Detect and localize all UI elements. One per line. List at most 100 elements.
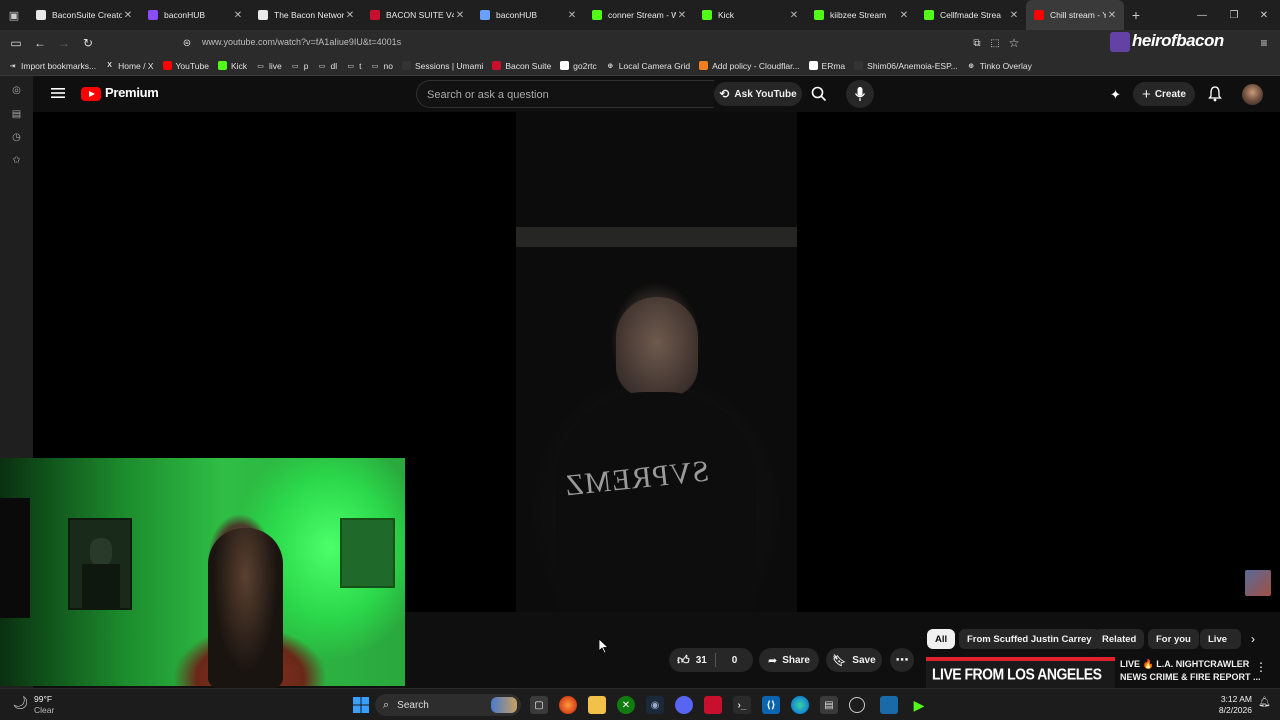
weather-condition[interactable]: Clear bbox=[34, 705, 54, 715]
back-icon[interactable]: ← bbox=[31, 34, 49, 52]
tab-close-icon[interactable]: ✕ bbox=[1008, 10, 1020, 21]
search-input[interactable]: Search or ask a question bbox=[416, 80, 714, 108]
bookmark-item[interactable]: Add policy - Cloudflar... bbox=[699, 61, 800, 71]
xbox-icon[interactable]: ✕ bbox=[617, 696, 635, 714]
bookmark-item[interactable]: ▭ live bbox=[256, 61, 282, 71]
discord-icon[interactable] bbox=[675, 696, 693, 714]
avatar[interactable] bbox=[1242, 84, 1263, 105]
video-frame[interactable]: SVPREMZ bbox=[516, 112, 797, 612]
browser-tab[interactable]: kiibzee Stream ✕ bbox=[806, 0, 916, 30]
tab-close-icon[interactable]: ✕ bbox=[1106, 10, 1118, 21]
voice-search-button[interactable] bbox=[846, 80, 874, 108]
tab-close-icon[interactable]: ✕ bbox=[676, 10, 688, 21]
bookmark-item[interactable]: Sessions | Umami bbox=[401, 61, 483, 71]
clock-time[interactable]: 3:12 AM bbox=[1218, 694, 1252, 704]
bookmark-item[interactable]: go2rtc bbox=[560, 61, 597, 71]
browser-tab[interactable]: conner Stream - Wa✕ bbox=[584, 0, 694, 30]
maximize-icon[interactable]: ❐ bbox=[1218, 0, 1250, 30]
search-button[interactable] bbox=[805, 82, 833, 106]
chip-for-you[interactable]: For you bbox=[1148, 629, 1199, 649]
minimize-icon[interactable]: — bbox=[1186, 0, 1218, 30]
more-actions-icon[interactable]: ⋯ bbox=[890, 648, 914, 672]
bookmark-item[interactable]: ⇥ Import bookmarks... bbox=[8, 61, 97, 71]
bookmark-item[interactable]: ERma bbox=[808, 61, 845, 71]
recommended-title-line1[interactable]: LIVE 🔥 L.A. NIGHTCRAWLER bbox=[1120, 659, 1249, 670]
favorites-icon[interactable]: ✩ bbox=[10, 154, 23, 167]
youtube-brand[interactable]: Premium bbox=[105, 85, 159, 100]
tab-close-icon[interactable]: ✕ bbox=[566, 10, 578, 21]
chip-related[interactable]: Related bbox=[1094, 629, 1145, 649]
bookmark-item[interactable]: ▭ p bbox=[291, 61, 309, 71]
app-window-icon[interactable]: ▤ bbox=[820, 696, 838, 714]
reading-list-icon[interactable]: ▤ bbox=[10, 108, 23, 121]
guide-menu-icon[interactable] bbox=[51, 86, 65, 100]
browser-tab[interactable]: Chill stream - Yo ✕ bbox=[1026, 0, 1124, 30]
bookmark-item[interactable]: ⊕ Tinko Overlay bbox=[967, 61, 1032, 71]
pip-icon[interactable]: ⧉ bbox=[968, 34, 986, 52]
recommended-thumbnail[interactable]: LIVE FROM LOS ANGELES bbox=[926, 657, 1115, 688]
browser-tab[interactable]: baconHUB ✕ bbox=[140, 0, 250, 30]
save-button[interactable]: 🔖︎ Save bbox=[826, 648, 882, 672]
bookmark-item[interactable]: Shim06/Anemoia-ESP... bbox=[854, 61, 958, 71]
browser-tab[interactable]: Kick ✕ bbox=[694, 0, 806, 30]
notifications-bell-icon[interactable] bbox=[1208, 86, 1222, 102]
url-text[interactable]: www.youtube.com/watch?v=fA1aIiue9IU&t=40… bbox=[202, 37, 401, 47]
notification-center-icon[interactable]: 🔔︎ bbox=[1258, 697, 1271, 708]
media-player-icon[interactable]: ▶ bbox=[910, 696, 928, 714]
chip-live[interactable]: Live bbox=[1200, 629, 1242, 649]
share-button[interactable]: ➦ Share bbox=[759, 648, 819, 672]
firefox-icon[interactable] bbox=[559, 696, 577, 714]
browser-tab[interactable]: Cellfmade Strea ✕ bbox=[916, 0, 1026, 30]
bacon-app-icon[interactable] bbox=[704, 696, 722, 714]
chip-all[interactable]: All bbox=[927, 629, 956, 649]
photos-icon[interactable] bbox=[880, 696, 898, 714]
bookmark-item[interactable]: YouTube bbox=[162, 61, 209, 71]
weather-temp[interactable]: 99°F bbox=[34, 694, 52, 704]
tab-close-icon[interactable]: ✕ bbox=[122, 10, 134, 21]
like-button[interactable]: 👍︎ 31 bbox=[669, 648, 715, 672]
dislike-button[interactable]: 0 bbox=[716, 648, 753, 672]
taskbar-search[interactable]: ⌕ Search bbox=[375, 694, 521, 716]
file-explorer-icon[interactable] bbox=[588, 696, 606, 714]
bookmark-item[interactable]: ⊕ Local Camera Grid bbox=[606, 61, 690, 71]
tab-actions-icon[interactable]: ▣ bbox=[0, 0, 28, 30]
task-view-icon[interactable]: ▢ bbox=[530, 696, 548, 714]
clock-date[interactable]: 8/2/2026 bbox=[1214, 705, 1252, 715]
new-tab-button[interactable]: + bbox=[1124, 7, 1148, 23]
tab-close-icon[interactable]: ✕ bbox=[898, 10, 910, 21]
chip-from-channel[interactable]: From Scuffed Justin Carrey bbox=[959, 629, 1100, 649]
channel-thumbnail[interactable] bbox=[1245, 570, 1271, 596]
browser-tab[interactable]: The Bacon Network ✕ bbox=[250, 0, 362, 30]
forward-icon[interactable]: → bbox=[55, 34, 73, 52]
bookmark-item[interactable]: Bacon Suite bbox=[492, 61, 551, 71]
menu-icon[interactable]: ≡ bbox=[1255, 34, 1273, 52]
windows-start-icon[interactable] bbox=[352, 696, 370, 714]
chips-next-chevron-icon[interactable]: › bbox=[1244, 630, 1262, 648]
tab-close-icon[interactable]: ✕ bbox=[454, 10, 466, 21]
tab-close-icon[interactable]: ✕ bbox=[232, 10, 244, 21]
edge-icon[interactable] bbox=[791, 696, 809, 714]
history-sync-icon[interactable]: ◎ bbox=[10, 84, 23, 97]
weather-moon-icon[interactable]: 🌙︎ bbox=[12, 695, 29, 711]
recommended-more-icon[interactable]: ⋮ bbox=[1255, 660, 1267, 674]
tab-close-icon[interactable]: ✕ bbox=[344, 10, 356, 21]
ai-sparkle-icon[interactable]: ✦ bbox=[1110, 87, 1121, 103]
browser-tab[interactable]: baconHUB ✕ bbox=[472, 0, 584, 30]
clock-icon[interactable]: ◷ bbox=[10, 131, 23, 144]
youtube-logo-icon[interactable] bbox=[81, 87, 101, 101]
bookmark-item[interactable]: X Home / X bbox=[105, 61, 153, 71]
bookmark-item[interactable]: ▭ t bbox=[346, 61, 361, 71]
address-bar[interactable]: ⊜ www.youtube.com/watch?v=fA1aIiue9IU&t=… bbox=[176, 33, 1026, 53]
close-window-icon[interactable]: ✕ bbox=[1248, 0, 1280, 30]
reload-icon[interactable]: ↻ bbox=[79, 34, 97, 52]
sidebar-toggle-icon[interactable]: ▭ bbox=[7, 34, 25, 52]
steam-icon[interactable]: ◉ bbox=[646, 696, 664, 714]
recommended-title-line2[interactable]: NEWS CRIME & FIRE REPORT ... bbox=[1120, 672, 1261, 682]
browser-tab[interactable]: BACON SUITE V4 //✕ bbox=[362, 0, 472, 30]
vscode-icon[interactable]: ⟨⟩ bbox=[762, 696, 780, 714]
screenshot-icon[interactable]: ⬚ bbox=[986, 34, 1004, 52]
bookmark-item[interactable]: ▭ dl bbox=[318, 61, 337, 71]
create-button[interactable]: + Create bbox=[1133, 82, 1195, 106]
bookmark-star-icon[interactable]: ☆ bbox=[1005, 34, 1023, 52]
bookmark-item[interactable]: ▭ no bbox=[371, 61, 393, 71]
